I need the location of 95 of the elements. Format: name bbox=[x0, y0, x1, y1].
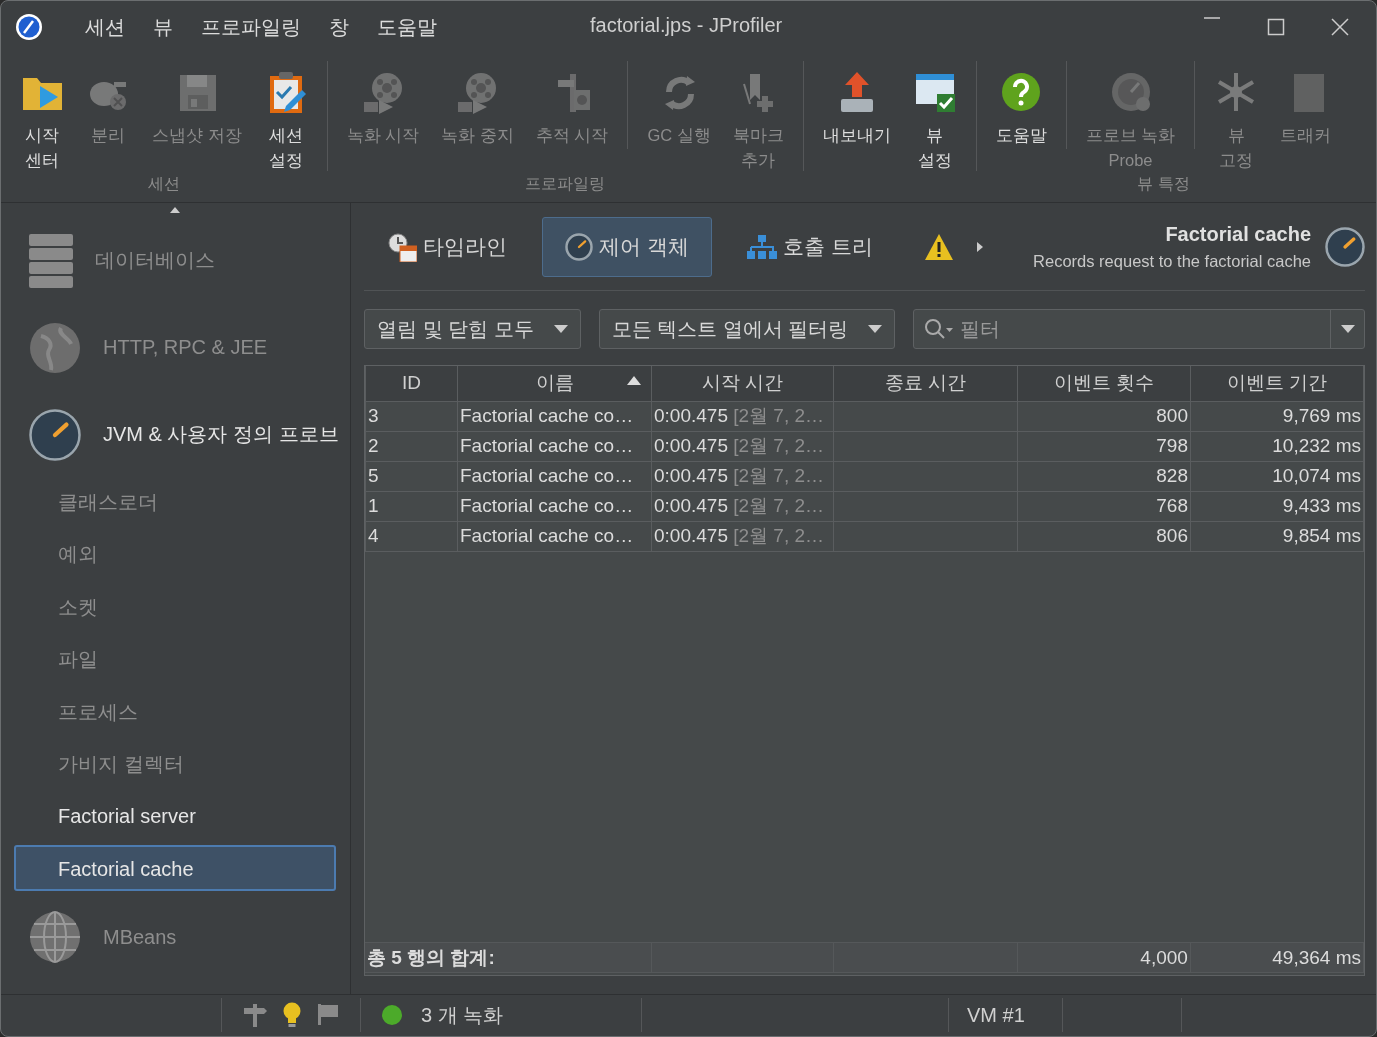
column-header[interactable]: ID bbox=[365, 366, 458, 401]
column-header[interactable]: 이름 bbox=[457, 366, 652, 401]
gauge-icon bbox=[565, 232, 593, 261]
view-description: Records request to the factorial cache bbox=[1033, 251, 1311, 271]
clock-calendar-icon bbox=[387, 231, 417, 262]
view-title: Factorial cache bbox=[1164, 222, 1311, 246]
filter-dropdown[interactable]: 열림 및 닫힘 모두 bbox=[364, 309, 581, 349]
warning-icon bbox=[923, 232, 954, 261]
toolbar-button[interactable]: 내보내기 bbox=[811, 61, 902, 173]
search-field[interactable]: 필터 bbox=[954, 316, 1330, 342]
menu-item[interactable]: 프로파일링 bbox=[187, 13, 315, 41]
menu-item[interactable]: 도움말 bbox=[363, 13, 451, 41]
toolbar-button[interactable]: 뷰 설정 bbox=[901, 61, 968, 173]
column-header[interactable]: 종료 시간 bbox=[833, 366, 1018, 401]
toolbar-button[interactable]: 세션 설정 bbox=[252, 61, 319, 173]
window-title: factorial.jps - JProfiler bbox=[590, 14, 783, 37]
table-cell: 4 bbox=[365, 521, 458, 551]
totals-cell: 4,000 bbox=[1017, 942, 1191, 973]
table-cell: Factorial cache co… bbox=[457, 401, 652, 431]
table-cell: 806 bbox=[1017, 521, 1191, 551]
start-time: 0:00.475 bbox=[654, 525, 728, 546]
gauge-icon bbox=[1325, 226, 1365, 267]
minimize-icon bbox=[1204, 17, 1220, 19]
sidebar-item-label: HTTP, RPC & JEE bbox=[103, 336, 268, 359]
start-time: 0:00.475 bbox=[654, 465, 728, 486]
table-cell: 10,074 ms bbox=[1190, 461, 1364, 491]
globe-icon bbox=[29, 321, 81, 374]
table-cell: Factorial cache co… bbox=[457, 521, 652, 551]
tab-scroll-arrow-icon bbox=[975, 240, 984, 253]
recordings-count: 3 개 녹화 bbox=[421, 1002, 504, 1028]
sort-ascending-icon bbox=[627, 376, 641, 385]
caret-down-icon bbox=[1340, 325, 1355, 333]
table-cell: 798 bbox=[1017, 431, 1191, 461]
filter-dropdown[interactable]: 모든 텍스트 열에서 필터링 bbox=[598, 309, 896, 349]
table-cell: 1 bbox=[365, 491, 458, 521]
view-tab[interactable]: 타임라인 bbox=[364, 216, 530, 277]
start-date: [2월 7, 2… bbox=[733, 405, 825, 426]
maximize-icon bbox=[1266, 17, 1286, 37]
sidebar-item-label: 데이터베이스 bbox=[95, 248, 215, 273]
toolbar-button[interactable]: 시작 센터 bbox=[9, 61, 75, 173]
start-date: [2월 7, 2… bbox=[733, 465, 825, 486]
search-icon bbox=[924, 318, 955, 340]
table-cell: Factorial cache co… bbox=[457, 491, 652, 521]
table-cell: 3 bbox=[365, 401, 458, 431]
collapse-arrow-icon bbox=[169, 206, 181, 214]
start-time: 0:00.475 bbox=[654, 405, 728, 426]
close-icon bbox=[1330, 17, 1350, 37]
signpost-icon bbox=[242, 1002, 268, 1028]
table-cell: Factorial cache co… bbox=[457, 461, 652, 491]
sidebar-item[interactable]: JVM & 사용자 정의 프로브 bbox=[1, 391, 350, 478]
table-cell: 828 bbox=[1017, 461, 1191, 491]
gauge-icon bbox=[29, 408, 81, 461]
view-tab[interactable]: 제어 객체 bbox=[542, 216, 712, 277]
sidebar-subitem[interactable]: Factorial cache bbox=[14, 844, 336, 891]
lightbulb-icon bbox=[282, 1002, 302, 1028]
globe-grid-icon bbox=[29, 911, 81, 964]
toolbar-button[interactable]: 도움말 bbox=[984, 61, 1058, 173]
status-dot-icon bbox=[381, 1004, 403, 1026]
totals-label: 총 5 행의 합계: bbox=[365, 942, 652, 973]
start-date: [2월 7, 2… bbox=[733, 495, 825, 516]
view-tab[interactable]: 호출 트리 bbox=[723, 216, 896, 277]
column-header[interactable]: 이벤트 기간 bbox=[1190, 366, 1364, 401]
table-cell: 10,232 ms bbox=[1190, 431, 1364, 461]
start-time: 0:00.475 bbox=[654, 495, 728, 516]
app-logo-icon bbox=[15, 13, 43, 41]
group-label: 세션 bbox=[146, 174, 181, 194]
vm-label: VM #1 bbox=[966, 1003, 1026, 1027]
totals-cell: 49,364 ms bbox=[1190, 942, 1364, 973]
database-icon bbox=[29, 233, 73, 288]
flag-icon bbox=[316, 1002, 340, 1026]
table-cell: 5 bbox=[365, 461, 458, 491]
column-header[interactable]: 시작 시간 bbox=[651, 366, 834, 401]
sidebar-item-label: JVM & 사용자 정의 프로브 bbox=[103, 422, 339, 447]
menu-item[interactable]: 세션 bbox=[71, 13, 139, 41]
table-cell: 9,854 ms bbox=[1190, 521, 1364, 551]
caret-down-icon bbox=[868, 325, 883, 333]
caret-down-icon bbox=[553, 325, 568, 333]
group-label: 뷰 특정 bbox=[1136, 174, 1191, 194]
table-cell: Factorial cache co… bbox=[457, 431, 652, 461]
column-header[interactable]: 이벤트 횟수 bbox=[1017, 366, 1191, 401]
table-cell: 9,433 ms bbox=[1190, 491, 1364, 521]
search-box[interactable]: 필터 bbox=[913, 309, 1365, 349]
table-cell: 800 bbox=[1017, 401, 1191, 431]
menu-item[interactable]: 뷰 bbox=[139, 13, 187, 41]
hierarchy-icon bbox=[746, 234, 777, 259]
menu-item[interactable]: 창 bbox=[315, 13, 363, 41]
table-cell: 2 bbox=[365, 431, 458, 461]
start-date: [2월 7, 2… bbox=[733, 525, 825, 546]
sidebar-item-label: MBeans bbox=[103, 925, 177, 949]
table-cell: 9,769 ms bbox=[1190, 401, 1364, 431]
sidebar-subitem[interactable]: Factorial server bbox=[14, 792, 336, 839]
group-label: 프로파일링 bbox=[524, 174, 607, 194]
start-time: 0:00.475 bbox=[654, 435, 728, 456]
start-date: [2월 7, 2… bbox=[733, 435, 825, 456]
table-cell: 768 bbox=[1017, 491, 1191, 521]
